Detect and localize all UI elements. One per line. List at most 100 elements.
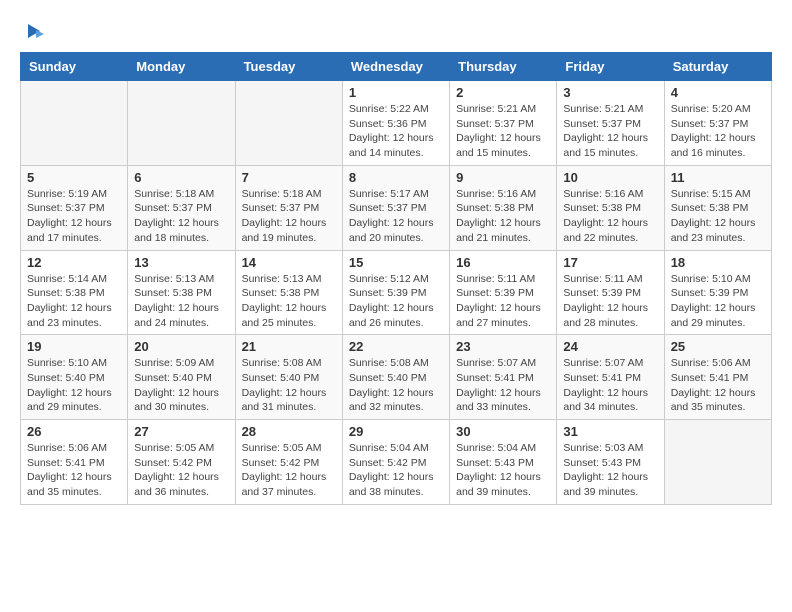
day-number: 11 <box>671 170 765 185</box>
calendar-cell: 11 Sunrise: 5:15 AMSunset: 5:38 PMDayligh… <box>664 165 771 250</box>
logo-icon <box>22 20 44 42</box>
day-info: Sunrise: 5:12 AMSunset: 5:39 PMDaylight:… <box>349 272 443 331</box>
calendar-table: SundayMondayTuesdayWednesdayThursdayFrid… <box>20 52 772 505</box>
day-number: 2 <box>456 85 550 100</box>
calendar-cell: 10Sunrise: 5:16 AMSunset: 5:38 PMDayligh… <box>557 165 664 250</box>
calendar-cell: 30 Sunrise: 5:04 AMSunset: 5:43 PMDayligh… <box>450 420 557 505</box>
page-header <box>20 20 772 42</box>
weekday-header: Friday <box>557 53 664 81</box>
weekday-header: Monday <box>128 53 235 81</box>
logo <box>20 20 44 42</box>
day-info: Sunrise: 5:15 AMSunset: 5:38 PMDaylight:… <box>671 187 765 246</box>
calendar-cell: 2Sunrise: 5:21 AMSunset: 5:37 PMDaylight… <box>450 81 557 166</box>
day-number: 16 <box>456 255 550 270</box>
day-info: Sunrise: 5:10 AMSunset: 5:39 PMDaylight:… <box>671 272 765 331</box>
weekday-header: Tuesday <box>235 53 342 81</box>
day-number: 6 <box>134 170 228 185</box>
calendar-cell: 16 Sunrise: 5:11 AMSunset: 5:39 PMDayligh… <box>450 250 557 335</box>
day-info: Sunrise: 5:07 AMSunset: 5:41 PMDaylight:… <box>456 356 550 415</box>
calendar-cell <box>235 81 342 166</box>
calendar-cell: 29 Sunrise: 5:04 AMSunset: 5:42 PMDayligh… <box>342 420 449 505</box>
calendar-cell: 6 Sunrise: 5:18 AMSunset: 5:37 PMDaylight… <box>128 165 235 250</box>
day-number: 21 <box>242 339 336 354</box>
day-number: 20 <box>134 339 228 354</box>
calendar-week-row: 12 Sunrise: 5:14 AMSunset: 5:38 PMDayligh… <box>21 250 772 335</box>
day-number: 4 <box>671 85 765 100</box>
day-number: 14 <box>242 255 336 270</box>
calendar-header-row: SundayMondayTuesdayWednesdayThursdayFrid… <box>21 53 772 81</box>
day-info: Sunrise: 5:11 AMSunset: 5:39 PMDaylight:… <box>456 272 550 331</box>
day-info: Sunrise: 5:08 AMSunset: 5:40 PMDaylight:… <box>242 356 336 415</box>
calendar-cell <box>128 81 235 166</box>
weekday-header: Wednesday <box>342 53 449 81</box>
calendar-cell: 18Sunrise: 5:10 AMSunset: 5:39 PMDayligh… <box>664 250 771 335</box>
day-info: Sunrise: 5:21 AMSunset: 5:37 PMDaylight:… <box>563 102 657 161</box>
day-number: 22 <box>349 339 443 354</box>
day-number: 3 <box>563 85 657 100</box>
day-number: 15 <box>349 255 443 270</box>
calendar-cell: 27 Sunrise: 5:05 AMSunset: 5:42 PMDayligh… <box>128 420 235 505</box>
day-info: Sunrise: 5:06 AMSunset: 5:41 PMDaylight:… <box>27 441 121 500</box>
day-info: Sunrise: 5:08 AMSunset: 5:40 PMDaylight:… <box>349 356 443 415</box>
day-number: 23 <box>456 339 550 354</box>
calendar-cell: 20Sunrise: 5:09 AMSunset: 5:40 PMDayligh… <box>128 335 235 420</box>
calendar-cell: 7 Sunrise: 5:18 AMSunset: 5:37 PMDaylight… <box>235 165 342 250</box>
calendar-cell: 12 Sunrise: 5:14 AMSunset: 5:38 PMDayligh… <box>21 250 128 335</box>
day-number: 29 <box>349 424 443 439</box>
calendar-cell: 3 Sunrise: 5:21 AMSunset: 5:37 PMDaylight… <box>557 81 664 166</box>
day-number: 10 <box>563 170 657 185</box>
calendar-cell: 25Sunrise: 5:06 AMSunset: 5:41 PMDayligh… <box>664 335 771 420</box>
day-number: 9 <box>456 170 550 185</box>
day-info: Sunrise: 5:03 AMSunset: 5:43 PMDaylight:… <box>563 441 657 500</box>
day-info: Sunrise: 5:11 AMSunset: 5:39 PMDaylight:… <box>563 272 657 331</box>
calendar-week-row: 19 Sunrise: 5:10 AMSunset: 5:40 PMDayligh… <box>21 335 772 420</box>
day-info: Sunrise: 5:19 AMSunset: 5:37 PMDaylight:… <box>27 187 121 246</box>
day-info: Sunrise: 5:16 AMSunset: 5:38 PMDaylight:… <box>456 187 550 246</box>
day-info: Sunrise: 5:18 AMSunset: 5:37 PMDaylight:… <box>242 187 336 246</box>
day-info: Sunrise: 5:05 AMSunset: 5:42 PMDaylight:… <box>134 441 228 500</box>
day-info: Sunrise: 5:05 AMSunset: 5:42 PMDaylight:… <box>242 441 336 500</box>
weekday-header: Sunday <box>21 53 128 81</box>
calendar-week-row: 5 Sunrise: 5:19 AMSunset: 5:37 PMDaylight… <box>21 165 772 250</box>
calendar-cell: 4 Sunrise: 5:20 AMSunset: 5:37 PMDaylight… <box>664 81 771 166</box>
day-info: Sunrise: 5:20 AMSunset: 5:37 PMDaylight:… <box>671 102 765 161</box>
calendar-week-row: 26 Sunrise: 5:06 AMSunset: 5:41 PMDayligh… <box>21 420 772 505</box>
calendar-cell: 8 Sunrise: 5:17 AMSunset: 5:37 PMDaylight… <box>342 165 449 250</box>
day-info: Sunrise: 5:04 AMSunset: 5:43 PMDaylight:… <box>456 441 550 500</box>
day-number: 13 <box>134 255 228 270</box>
day-number: 30 <box>456 424 550 439</box>
calendar-week-row: 1Sunrise: 5:22 AMSunset: 5:36 PMDaylight… <box>21 81 772 166</box>
calendar-cell: 1Sunrise: 5:22 AMSunset: 5:36 PMDaylight… <box>342 81 449 166</box>
day-number: 12 <box>27 255 121 270</box>
calendar-cell: 21 Sunrise: 5:08 AMSunset: 5:40 PMDayligh… <box>235 335 342 420</box>
day-info: Sunrise: 5:22 AMSunset: 5:36 PMDaylight:… <box>349 102 443 161</box>
day-info: Sunrise: 5:13 AMSunset: 5:38 PMDaylight:… <box>242 272 336 331</box>
day-info: Sunrise: 5:10 AMSunset: 5:40 PMDaylight:… <box>27 356 121 415</box>
day-number: 24 <box>563 339 657 354</box>
day-info: Sunrise: 5:14 AMSunset: 5:38 PMDaylight:… <box>27 272 121 331</box>
day-number: 27 <box>134 424 228 439</box>
day-number: 28 <box>242 424 336 439</box>
day-number: 19 <box>27 339 121 354</box>
day-number: 5 <box>27 170 121 185</box>
day-info: Sunrise: 5:06 AMSunset: 5:41 PMDaylight:… <box>671 356 765 415</box>
day-info: Sunrise: 5:04 AMSunset: 5:42 PMDaylight:… <box>349 441 443 500</box>
calendar-cell <box>21 81 128 166</box>
calendar-cell: 26 Sunrise: 5:06 AMSunset: 5:41 PMDayligh… <box>21 420 128 505</box>
calendar-cell <box>664 420 771 505</box>
calendar-cell: 31 Sunrise: 5:03 AMSunset: 5:43 PMDayligh… <box>557 420 664 505</box>
calendar-cell: 14 Sunrise: 5:13 AMSunset: 5:38 PMDayligh… <box>235 250 342 335</box>
calendar-cell: 13Sunrise: 5:13 AMSunset: 5:38 PMDayligh… <box>128 250 235 335</box>
calendar-cell: 15 Sunrise: 5:12 AMSunset: 5:39 PMDayligh… <box>342 250 449 335</box>
calendar-cell: 24 Sunrise: 5:07 AMSunset: 5:41 PMDayligh… <box>557 335 664 420</box>
day-number: 26 <box>27 424 121 439</box>
day-number: 31 <box>563 424 657 439</box>
calendar-cell: 9 Sunrise: 5:16 AMSunset: 5:38 PMDaylight… <box>450 165 557 250</box>
day-info: Sunrise: 5:07 AMSunset: 5:41 PMDaylight:… <box>563 356 657 415</box>
calendar-cell: 17Sunrise: 5:11 AMSunset: 5:39 PMDayligh… <box>557 250 664 335</box>
day-number: 8 <box>349 170 443 185</box>
day-number: 7 <box>242 170 336 185</box>
calendar-cell: 23 Sunrise: 5:07 AMSunset: 5:41 PMDayligh… <box>450 335 557 420</box>
day-info: Sunrise: 5:18 AMSunset: 5:37 PMDaylight:… <box>134 187 228 246</box>
day-info: Sunrise: 5:17 AMSunset: 5:37 PMDaylight:… <box>349 187 443 246</box>
